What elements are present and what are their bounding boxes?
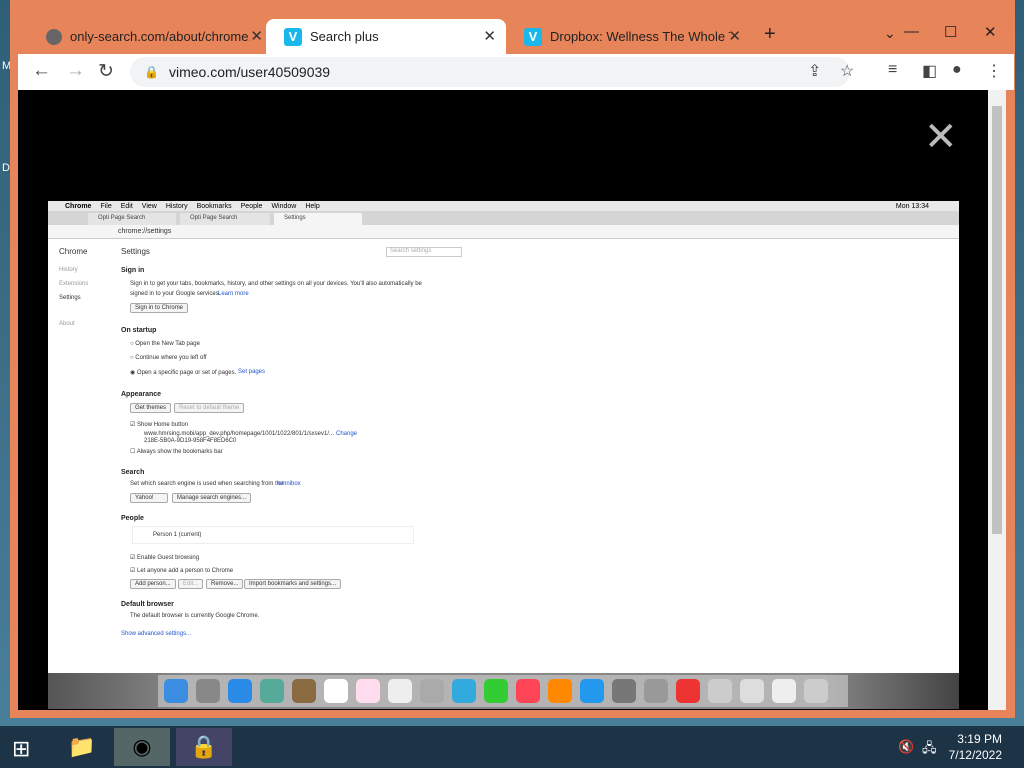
side-panel-icon[interactable]: ◧ — [922, 61, 937, 81]
safari-icon — [228, 679, 252, 703]
quicktime-icon — [644, 679, 668, 703]
bookmark-star-icon[interactable]: ☆ — [840, 61, 854, 81]
reminders-icon — [388, 679, 412, 703]
document-icon — [740, 679, 764, 703]
mac-clock: Mon 13:34 — [895, 202, 929, 210]
vimeo-icon: V — [524, 27, 542, 46]
tab-strip: only-search.com/about/chrome.h ✕ V Searc… — [18, 17, 1014, 54]
close-tab-icon[interactable]: ✕ — [728, 27, 741, 45]
lock-icon: 🔒 — [144, 65, 159, 79]
close-tab-icon[interactable]: ✕ — [483, 27, 496, 45]
tab-dropbox[interactable]: V Dropbox: Wellness The Whole Ti ✕ — [506, 19, 751, 54]
windows-start-icon[interactable]: ⊞ — [12, 736, 30, 762]
tab-only-search[interactable]: only-search.com/about/chrome.h ✕ — [28, 19, 273, 54]
launchpad-icon — [196, 679, 220, 703]
preview-icon — [260, 679, 284, 703]
forward-button[interactable]: → — [66, 60, 85, 82]
settings-screenshot: Chrome File Edit View History Bookmarks … — [48, 201, 959, 709]
new-tab-button[interactable]: + — [764, 23, 776, 46]
minimize-button[interactable]: — — [904, 23, 919, 40]
windows-taskbar: ⊞ 📁 ◉ 🔒 🔇 🖧 3:19 PM 7/12/2022 — [0, 726, 1024, 768]
globe-icon — [46, 28, 62, 45]
volume-muted-icon[interactable]: 🔇 — [898, 739, 914, 755]
profile-avatar-icon[interactable]: ● — [952, 61, 962, 79]
file-explorer-icon[interactable]: 📁 — [54, 728, 110, 766]
chrome-taskbar-icon[interactable]: ◉ — [114, 728, 170, 766]
facetime-icon — [484, 679, 508, 703]
trash-icon — [804, 679, 828, 703]
reload-button[interactable]: ↻ — [98, 60, 114, 83]
system-preferences-icon — [612, 679, 636, 703]
browser-window: only-search.com/about/chrome.h ✕ V Searc… — [10, 0, 1015, 718]
folder-icon — [772, 679, 796, 703]
tab-search-dropdown-icon[interactable]: ⌄ — [884, 25, 896, 42]
app-store-icon — [580, 679, 604, 703]
back-button[interactable]: ← — [32, 60, 51, 82]
messages-icon — [452, 679, 476, 703]
calendar-icon — [324, 679, 348, 703]
mac-menubar: Chrome File Edit View History Bookmarks … — [48, 201, 959, 211]
books-icon — [548, 679, 572, 703]
scrollbar-thumb[interactable] — [992, 106, 1002, 534]
contacts-icon — [292, 679, 316, 703]
close-tab-icon[interactable]: ✕ — [250, 27, 263, 45]
settings-page: Chrome History Extensions Settings About… — [48, 239, 959, 689]
photos-icon — [420, 679, 444, 703]
network-icon[interactable]: 🖧 — [922, 739, 937, 761]
music-icon — [516, 679, 540, 703]
finder-search-icon — [708, 679, 732, 703]
mac-dock — [48, 673, 959, 709]
reading-list-icon[interactable]: ≡ — [888, 61, 897, 79]
lightbox-close-icon[interactable]: ✕ — [924, 114, 958, 160]
taskbar-clock[interactable]: 3:19 PM 7/12/2022 — [949, 731, 1002, 763]
desktop-icon[interactable]: D — [2, 162, 10, 174]
inner-tab-strip: Opti Page Search Opti Page Search Settin… — [48, 211, 959, 225]
chrome-icon — [676, 679, 700, 703]
page-content: ✕ Chrome File Edit View History Bookmark… — [18, 90, 988, 710]
inner-address-bar: chrome://settings — [48, 225, 959, 239]
close-window-button[interactable]: ✕ — [984, 23, 997, 41]
page-scrollbar[interactable] — [988, 90, 1006, 710]
notes-icon — [356, 679, 380, 703]
menu-icon[interactable]: ⋮ — [986, 61, 1002, 81]
finder-icon — [164, 679, 188, 703]
lock-app-icon[interactable]: 🔒 — [176, 728, 232, 766]
maximize-button[interactable]: ☐ — [944, 23, 957, 41]
tab-search-plus[interactable]: V Search plus ✕ — [266, 19, 506, 54]
share-icon[interactable]: ⇪ — [808, 61, 821, 81]
browser-toolbar: ← → ↻ 🔒 vimeo.com/user40509039 ⇪ ☆ ≡ ◧ ●… — [18, 54, 1014, 90]
vimeo-icon: V — [284, 27, 302, 46]
address-bar[interactable]: 🔒 vimeo.com/user40509039 — [130, 57, 850, 87]
